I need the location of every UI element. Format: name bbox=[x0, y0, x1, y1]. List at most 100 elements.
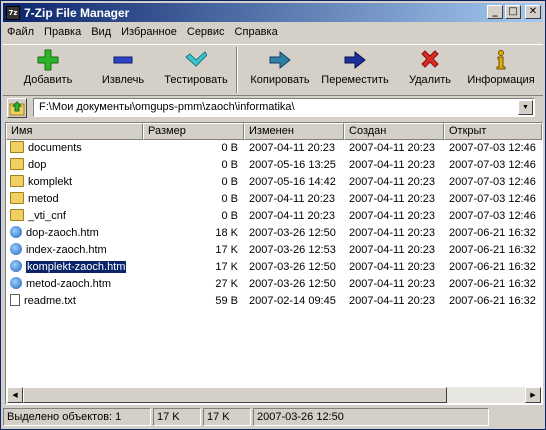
test-button[interactable]: Тестировать bbox=[158, 49, 234, 93]
chevron-down-icon: ▼ bbox=[522, 104, 529, 111]
file-name: index-zaoch.htm bbox=[26, 244, 107, 256]
file-row[interactable]: metod-zaoch.htm 27 K 2007-03-26 12:50 2007-… bbox=[6, 276, 542, 293]
address-bar: F:\Мои документы\omgups-pmm\zaoch\inform… bbox=[3, 97, 543, 119]
scroll-thumb[interactable] bbox=[23, 387, 447, 403]
file-row[interactable]: index-zaoch.htm 17 K 2007-03-26 12:53 2007-… bbox=[6, 242, 542, 259]
file-modified: 2007-04-11 20:23 bbox=[249, 142, 336, 154]
menu-file[interactable]: Файл bbox=[3, 24, 40, 42]
file-name-cell: metod bbox=[10, 191, 142, 208]
file-modified: 2007-04-11 20:23 bbox=[249, 193, 336, 205]
file-created: 2007-04-11 20:23 bbox=[349, 176, 436, 188]
arrow-left-icon: ◀ bbox=[12, 391, 18, 399]
plus-icon bbox=[37, 49, 59, 71]
file-modified: 2007-03-26 12:53 bbox=[249, 244, 336, 256]
menu-tools[interactable]: Сервис bbox=[183, 24, 231, 42]
file-row[interactable]: _vti_cnf 0 B 2007-04-11 20:23 2007-04-11 20… bbox=[6, 208, 542, 225]
header-size[interactable]: Размер bbox=[143, 123, 244, 140]
close-icon: ✕ bbox=[528, 6, 538, 17]
delete-label: Удалить bbox=[409, 74, 451, 86]
file-size: 17 K bbox=[215, 244, 238, 256]
add-button[interactable]: Добавить bbox=[15, 49, 81, 93]
file-name: metod bbox=[28, 193, 59, 205]
menu-edit[interactable]: Правка bbox=[40, 24, 87, 42]
scroll-left-button[interactable]: ◀ bbox=[7, 387, 23, 403]
minus-icon bbox=[113, 56, 133, 64]
html-file-icon bbox=[10, 226, 22, 239]
info-button[interactable]: Информация bbox=[465, 49, 537, 93]
menu-help[interactable]: Справка bbox=[231, 24, 284, 42]
file-name: _vti_cnf bbox=[28, 210, 66, 222]
status-size: 17 K bbox=[153, 408, 201, 426]
menu-view[interactable]: Вид bbox=[87, 24, 117, 42]
move-button[interactable]: Переместить bbox=[317, 49, 393, 93]
copy-button[interactable]: Копировать bbox=[245, 49, 315, 93]
file-created: 2007-04-11 20:23 bbox=[349, 193, 436, 205]
file-name-cell: komplekt bbox=[10, 174, 142, 191]
html-file-icon bbox=[10, 277, 22, 290]
header-opened[interactable]: Открыт bbox=[444, 123, 542, 140]
file-opened: 2007-06-21 16:32 bbox=[449, 227, 536, 239]
move-label: Переместить bbox=[321, 74, 389, 86]
file-row[interactable]: komplekt 0 B 2007-05-16 14:42 2007-04-11 20… bbox=[6, 174, 542, 191]
file-size: 17 K bbox=[215, 261, 238, 273]
extract-button[interactable]: Извлечь bbox=[91, 49, 155, 93]
path-text: F:\Мои документы\omgups-pmm\zaoch\inform… bbox=[39, 101, 295, 113]
close-button[interactable]: ✕ bbox=[525, 5, 541, 19]
copy-label: Копировать bbox=[250, 74, 310, 86]
maximize-button[interactable]: □ bbox=[505, 5, 521, 19]
file-opened: 2007-07-03 12:46 bbox=[449, 159, 536, 171]
file-name-cell: komplekt-zaoch.htm bbox=[10, 259, 142, 276]
file-list[interactable]: Имя Размер Изменен Создан Открыт documen… bbox=[5, 122, 543, 405]
folder-icon bbox=[10, 175, 24, 188]
header-modified[interactable]: Изменен bbox=[244, 123, 344, 140]
file-row[interactable]: komplekt-zaoch.htm 17 K 2007-03-26 12:50 20… bbox=[6, 259, 542, 276]
html-file-icon bbox=[10, 243, 22, 256]
file-row[interactable]: readme.txt 59 B 2007-02-14 09:45 2007-04-11… bbox=[6, 293, 542, 310]
file-opened: 2007-07-03 12:46 bbox=[449, 210, 536, 222]
column-header: Имя Размер Изменен Создан Открыт bbox=[6, 123, 542, 140]
file-name: komplekt-zaoch.htm bbox=[24, 260, 128, 274]
file-name-cell: dop-zaoch.htm bbox=[10, 225, 142, 242]
file-created: 2007-04-11 20:23 bbox=[349, 278, 436, 290]
file-opened: 2007-06-21 16:32 bbox=[449, 261, 536, 273]
file-row[interactable]: documents 0 B 2007-04-11 20:23 2007-04-11 2… bbox=[6, 140, 542, 157]
file-name-cell: metod-zaoch.htm bbox=[10, 276, 142, 293]
minimize-icon: _ bbox=[492, 6, 498, 17]
file-row[interactable]: dop-zaoch.htm 18 K 2007-03-26 12:50 2007-04… bbox=[6, 225, 542, 242]
app-window: 7z 7-Zip File Manager _ □ ✕ Файл Правка … bbox=[0, 0, 546, 430]
file-name: readme.txt bbox=[24, 295, 76, 307]
header-created[interactable]: Создан bbox=[344, 123, 444, 140]
folder-icon bbox=[10, 209, 24, 222]
minimize-button[interactable]: _ bbox=[487, 5, 503, 19]
delete-x-icon bbox=[421, 50, 439, 68]
menu-favorites[interactable]: Избранное bbox=[117, 24, 183, 42]
file-row[interactable]: metod 0 B 2007-04-11 20:23 2007-04-11 20:23… bbox=[6, 191, 542, 208]
file-name: metod-zaoch.htm bbox=[26, 278, 111, 290]
file-created: 2007-04-11 20:23 bbox=[349, 142, 436, 154]
toolbar-separator bbox=[236, 47, 238, 93]
file-size: 59 B bbox=[215, 295, 238, 307]
move-arrow-icon bbox=[344, 50, 366, 70]
file-modified: 2007-05-16 13:25 bbox=[249, 159, 336, 171]
file-name-cell: documents bbox=[10, 140, 142, 157]
up-folder-button[interactable] bbox=[7, 98, 27, 118]
header-name[interactable]: Имя bbox=[6, 123, 143, 140]
path-field[interactable]: F:\Мои документы\omgups-pmm\zaoch\inform… bbox=[33, 98, 535, 117]
info-label: Информация bbox=[467, 74, 535, 86]
file-created: 2007-04-11 20:23 bbox=[349, 227, 436, 239]
file-name-cell: readme.txt bbox=[10, 293, 142, 310]
horizontal-scrollbar[interactable]: ◀ ▶ bbox=[7, 387, 541, 403]
file-size: 27 K bbox=[215, 278, 238, 290]
delete-button[interactable]: Удалить bbox=[398, 49, 462, 93]
title-bar[interactable]: 7z 7-Zip File Manager _ □ ✕ bbox=[3, 3, 543, 22]
menu-bar: Файл Правка Вид Избранное Сервис Справка bbox=[3, 24, 284, 42]
add-label: Добавить bbox=[23, 74, 73, 86]
info-icon bbox=[496, 50, 506, 70]
path-dropdown-button[interactable]: ▼ bbox=[518, 100, 533, 115]
file-row[interactable]: dop 0 B 2007-05-16 13:25 2007-04-11 20:23 20… bbox=[6, 157, 542, 174]
extract-label: Извлечь bbox=[101, 74, 145, 86]
html-file-icon bbox=[10, 260, 22, 273]
scroll-right-button[interactable]: ▶ bbox=[525, 387, 541, 403]
status-packed-size: 17 K bbox=[203, 408, 251, 426]
status-bar: Выделено объектов: 1 17 K 17 K 2007-03-2… bbox=[3, 408, 543, 427]
